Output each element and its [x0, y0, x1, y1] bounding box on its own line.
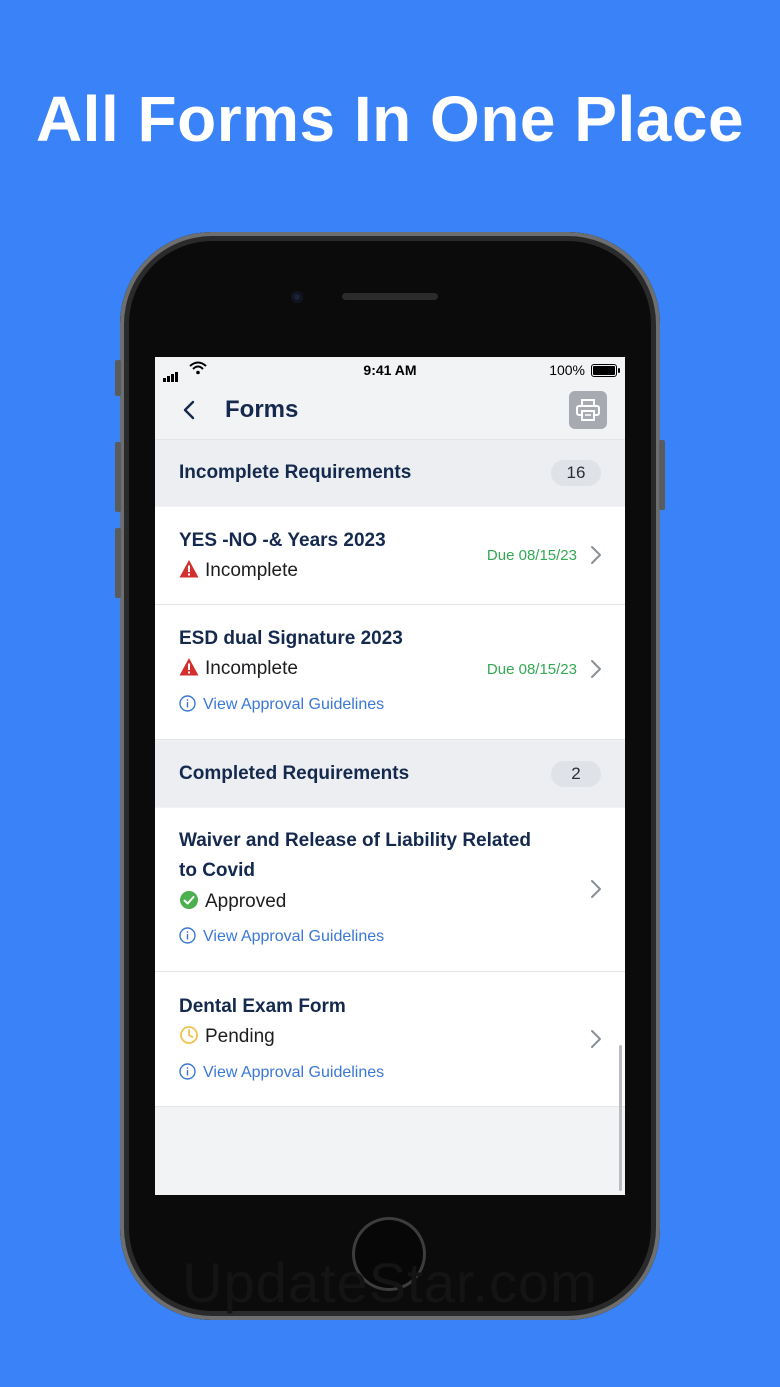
- check-circle-icon: [180, 891, 198, 909]
- section-title: Completed Requirements: [179, 763, 410, 784]
- scrollbar[interactable]: [619, 1045, 622, 1191]
- volume-up-button: [115, 442, 121, 512]
- status-label: Incomplete: [205, 658, 298, 679]
- form-title: ESD dual Signature 2023: [179, 628, 403, 649]
- chevron-right-icon: [591, 1030, 601, 1048]
- watermark: UpdateStar.com: [182, 1251, 598, 1314]
- app-screen: 9:41 AM 100% Forms Incomplete Requiremen…: [155, 357, 625, 1195]
- due-date: Due 08/15/23: [486, 661, 577, 678]
- form-status: Approved: [179, 890, 286, 914]
- form-item-waiver-covid[interactable]: Waiver and Release of Liability Related …: [155, 808, 625, 972]
- view-approval-guidelines-link[interactable]: View Approval Guidelines: [179, 926, 384, 948]
- section-title: Incomplete Requirements: [179, 462, 412, 483]
- chevron-right-icon: [591, 660, 601, 678]
- status-bar: 9:41 AM 100%: [155, 357, 625, 383]
- battery-icon: [591, 364, 620, 377]
- chevron-right-icon: [591, 546, 601, 564]
- form-title: Waiver and Release of Liability Related …: [179, 826, 569, 886]
- view-approval-guidelines-link[interactable]: View Approval Guidelines: [179, 1062, 384, 1084]
- status-label: Pending: [205, 1026, 275, 1047]
- page-title: Forms: [225, 396, 299, 423]
- form-status: Incomplete: [179, 559, 298, 583]
- warning-icon: [179, 658, 199, 676]
- printer-icon: [576, 399, 600, 421]
- mute-switch: [115, 360, 121, 396]
- clock-icon: [180, 1026, 198, 1044]
- nav-bar: Forms: [155, 383, 625, 440]
- section-completed: Completed Requirements 2: [155, 741, 625, 807]
- chevron-right-icon: [591, 880, 601, 898]
- form-status: Incomplete: [179, 657, 298, 681]
- status-label: Incomplete: [205, 560, 298, 581]
- info-icon: [179, 695, 196, 712]
- front-camera: [291, 291, 303, 303]
- count-badge: 16: [551, 460, 601, 486]
- volume-down-button: [115, 528, 121, 598]
- count-badge: 2: [551, 761, 601, 787]
- due-date: Due 08/15/23: [486, 547, 577, 564]
- form-title-line1: Waiver and Release of Liability Related: [179, 830, 531, 851]
- link-label: View Approval Guidelines: [203, 696, 385, 713]
- chevron-left-icon[interactable]: [179, 399, 201, 421]
- form-item-yes-no-years[interactable]: YES -NO -& Years 2023 Incomplete Due 08/…: [155, 507, 625, 605]
- link-label: View Approval Guidelines: [203, 928, 385, 945]
- form-title: Dental Exam Form: [179, 996, 346, 1017]
- section-incomplete: Incomplete Requirements 16: [155, 440, 625, 506]
- earpiece-speaker: [342, 293, 438, 300]
- print-button[interactable]: [569, 391, 607, 429]
- info-icon: [179, 927, 196, 944]
- power-button: [659, 440, 665, 510]
- form-title-line2: to Covid: [179, 860, 255, 881]
- form-item-dental-exam[interactable]: Dental Exam Form Pending View Approval G…: [155, 972, 625, 1107]
- warning-icon: [179, 560, 199, 578]
- status-label: Approved: [205, 891, 287, 912]
- form-status: Pending: [179, 1025, 275, 1049]
- headline: All Forms In One Place: [35, 83, 745, 155]
- info-icon: [179, 1063, 196, 1080]
- form-item-esd-dual-signature[interactable]: ESD dual Signature 2023 Incomplete Due 0…: [155, 605, 625, 740]
- view-approval-guidelines-link[interactable]: View Approval Guidelines: [179, 694, 384, 716]
- link-label: View Approval Guidelines: [203, 1064, 385, 1081]
- battery-percent: 100%: [549, 362, 585, 378]
